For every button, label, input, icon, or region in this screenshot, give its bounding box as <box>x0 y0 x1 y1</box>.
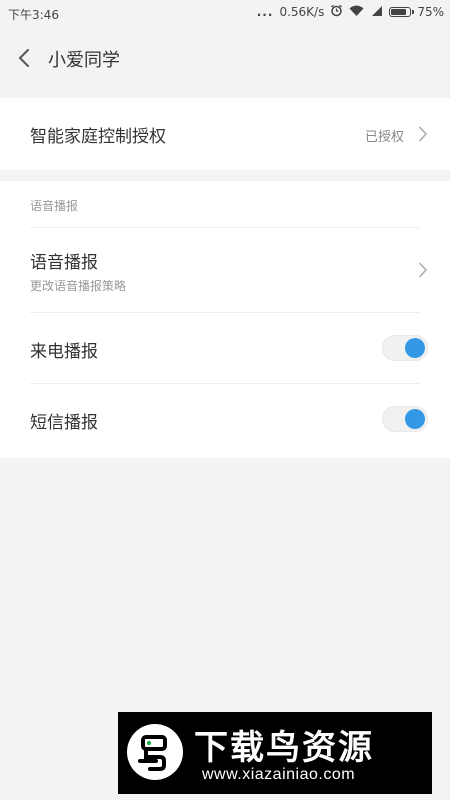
status-indicators: ... 0.56K/s 75% <box>257 4 444 20</box>
voice-broadcast-title: 语音播报 <box>30 253 98 273</box>
bird-logo-icon <box>127 724 183 780</box>
chevron-right-icon <box>419 262 427 278</box>
status-dots: ... <box>256 5 274 19</box>
auth-status-value: 已授权 <box>364 130 404 145</box>
battery-percent: 75% <box>417 5 444 19</box>
call-broadcast-toggle[interactable] <box>382 335 428 361</box>
network-speed: 0.56K/s <box>279 5 325 19</box>
section-label: 语音播报 <box>30 199 79 213</box>
voice-broadcast-card: 语音播报 语音播报 更改语音播报策略 来电播报 短信播报 <box>0 181 450 458</box>
page-title: 小爱同学 <box>48 50 120 71</box>
battery-icon <box>389 7 415 17</box>
status-time: 下午3:46 <box>8 8 59 22</box>
auth-card: 智能家庭控制授权 已授权 <box>0 98 450 170</box>
toggle-knob <box>405 409 425 429</box>
signal-icon <box>370 5 383 20</box>
header: 小爱同学 <box>0 28 450 88</box>
call-broadcast-row: 来电播报 <box>0 313 450 383</box>
smart-home-auth-title: 智能家庭控制授权 <box>30 127 166 147</box>
toggle-knob <box>405 338 425 358</box>
call-broadcast-title: 来电播报 <box>30 342 98 362</box>
sms-broadcast-toggle[interactable] <box>382 406 428 432</box>
watermark-banner: 下载鸟资源 www.xiazainiao.com <box>118 712 432 794</box>
watermark-title: 下载鸟资源 <box>194 728 374 768</box>
smart-home-auth-row[interactable]: 智能家庭控制授权 已授权 <box>0 98 450 170</box>
voice-broadcast-row[interactable]: 语音播报 更改语音播报策略 <box>0 228 450 312</box>
chevron-right-icon <box>419 126 427 142</box>
battery-fill <box>391 9 407 15</box>
wifi-icon <box>349 5 364 20</box>
sms-broadcast-row: 短信播报 <box>0 384 450 456</box>
alarm-icon <box>330 4 343 20</box>
chevron-left-icon <box>19 49 29 67</box>
sms-broadcast-title: 短信播报 <box>30 413 98 433</box>
watermark-url: www.xiazainiao.com <box>202 766 356 783</box>
status-bar: 下午3:46 ... 0.56K/s 75% <box>0 0 450 28</box>
back-button[interactable] <box>12 44 36 72</box>
voice-broadcast-subtitle: 更改语音播报策略 <box>30 279 127 293</box>
